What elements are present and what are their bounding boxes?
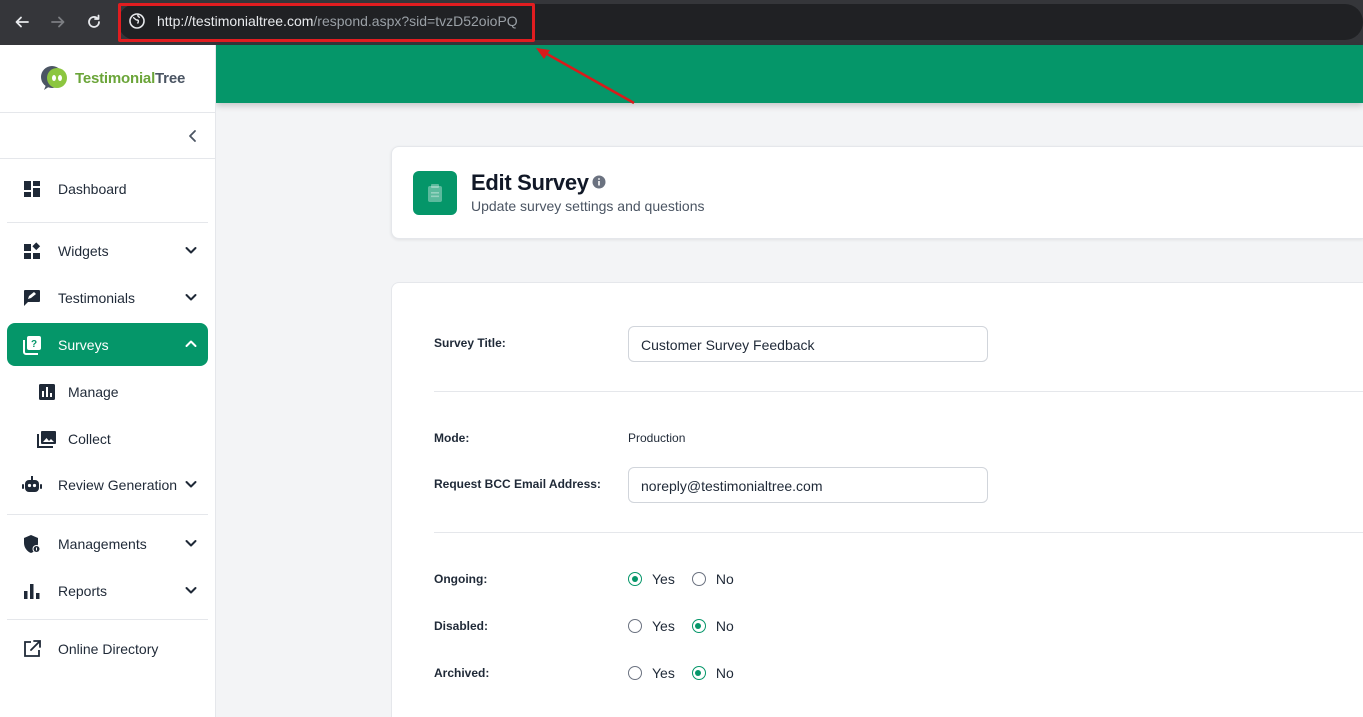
mode-label: Mode: xyxy=(434,431,470,445)
logo[interactable]: TestimonialTree xyxy=(40,65,185,91)
disabled-label: Disabled: xyxy=(434,619,489,633)
archived-radio-group: Yes No xyxy=(628,665,751,681)
sidebar-item-label: Review Generation xyxy=(58,476,178,493)
sidebar-item-reports[interactable]: Reports xyxy=(7,569,208,612)
sidebar-item-managements[interactable]: Managements xyxy=(7,522,208,565)
nav-separator xyxy=(7,514,208,515)
ongoing-radio-group: Yes No xyxy=(628,571,751,587)
disabled-no-label[interactable]: No xyxy=(716,618,734,634)
testimonials-icon xyxy=(22,288,42,308)
chevron-left-icon[interactable] xyxy=(184,127,202,145)
top-header-bar xyxy=(216,45,1363,103)
logo-text: TestimonialTree xyxy=(75,69,186,87)
ongoing-label: Ongoing: xyxy=(434,572,488,586)
sidebar-divider xyxy=(0,158,216,159)
surveys-icon: ? xyxy=(22,335,42,355)
widgets-icon xyxy=(22,241,42,261)
form-divider xyxy=(434,532,1363,533)
survey-settings-form: Survey Title: Customer Survey Feedback M… xyxy=(391,282,1363,717)
ongoing-no-label[interactable]: No xyxy=(716,571,734,587)
disabled-no-radio[interactable] xyxy=(691,619,706,633)
svg-text:?: ? xyxy=(31,339,37,350)
sidebar-item-label: Testimonials xyxy=(58,289,136,306)
url-highlight-box xyxy=(118,3,535,42)
browser-toolbar: http://testimonialtree.com/respond.aspx?… xyxy=(0,0,1363,45)
sidebar-item-online-directory[interactable]: Online Directory xyxy=(7,627,208,670)
sidebar-item-label: Reports xyxy=(58,582,108,599)
sidebar-item-testimonials[interactable]: Testimonials xyxy=(7,276,208,319)
disabled-radio-group: Yes No xyxy=(628,618,751,634)
ongoing-yes-radio[interactable] xyxy=(628,572,642,586)
survey-title-label: Survey Title: xyxy=(434,336,506,350)
sidebar-subitem-collect[interactable]: Collect xyxy=(30,419,208,459)
chart-square-icon xyxy=(37,382,57,402)
chevron-down-icon xyxy=(185,247,197,254)
bar-chart-icon xyxy=(22,581,42,601)
ongoing-no-radio[interactable] xyxy=(691,572,706,586)
chevron-down-icon xyxy=(185,540,197,547)
forward-icon[interactable] xyxy=(44,8,72,36)
shield-user-icon xyxy=(22,534,42,554)
archived-no-radio[interactable] xyxy=(691,666,706,680)
reload-icon[interactable] xyxy=(80,8,108,36)
sidebar-subitem-label: Manage xyxy=(68,384,119,400)
nav-separator xyxy=(7,222,208,223)
chevron-down-icon xyxy=(185,294,197,301)
logo-icon xyxy=(41,66,67,90)
sidebar-item-label: Dashboard xyxy=(58,180,127,197)
disabled-yes-label[interactable]: Yes xyxy=(652,618,675,634)
sidebar-item-review-generation[interactable]: Review Generation xyxy=(7,463,208,506)
bcc-email-input[interactable]: noreply@testimonialtree.com xyxy=(628,467,988,503)
page-header-card: Edit Survey Update survey settings and q… xyxy=(391,146,1363,239)
sidebar-item-label: Online Directory xyxy=(58,640,159,657)
sidebar-item-label: Widgets xyxy=(58,242,109,259)
external-link-icon xyxy=(22,639,42,659)
survey-title-input[interactable]: Customer Survey Feedback xyxy=(628,326,988,362)
sidebar-subitem-label: Collect xyxy=(68,431,111,447)
nav-separator xyxy=(7,619,208,620)
chevron-down-icon xyxy=(185,587,197,594)
bcc-email-label: Request BCC Email Address: xyxy=(434,477,601,491)
dashboard-icon xyxy=(22,179,42,199)
archived-label: Archived: xyxy=(434,666,490,680)
sidebar-item-dashboard[interactable]: Dashboard xyxy=(7,167,208,210)
mode-value: Production xyxy=(628,431,686,445)
images-icon xyxy=(37,429,57,449)
page-subtitle: Update survey settings and questions xyxy=(471,198,705,214)
ongoing-yes-label[interactable]: Yes xyxy=(652,571,675,587)
page-title: Edit Survey xyxy=(471,170,589,195)
back-icon[interactable] xyxy=(8,8,36,36)
sidebar-divider xyxy=(0,112,216,113)
clipboard-icon xyxy=(413,171,457,215)
chevron-up-icon xyxy=(185,340,197,347)
info-icon[interactable] xyxy=(592,175,606,189)
archived-yes-label[interactable]: Yes xyxy=(652,665,675,681)
chevron-down-icon xyxy=(185,481,197,488)
disabled-yes-radio[interactable] xyxy=(628,619,642,633)
sidebar-subitem-manage[interactable]: Manage xyxy=(30,372,208,412)
sidebar-item-widgets[interactable]: Widgets xyxy=(7,229,208,272)
sidebar-item-surveys[interactable]: ? Surveys xyxy=(7,323,208,366)
archived-yes-radio[interactable] xyxy=(628,666,642,680)
archived-no-label[interactable]: No xyxy=(716,665,734,681)
form-divider xyxy=(434,391,1363,392)
sidebar-item-label: Surveys xyxy=(58,336,109,353)
robot-icon xyxy=(22,475,42,495)
sidebar: TestimonialTree Dashboard Widgets Testim… xyxy=(0,45,216,717)
sidebar-item-label: Managements xyxy=(58,535,147,552)
